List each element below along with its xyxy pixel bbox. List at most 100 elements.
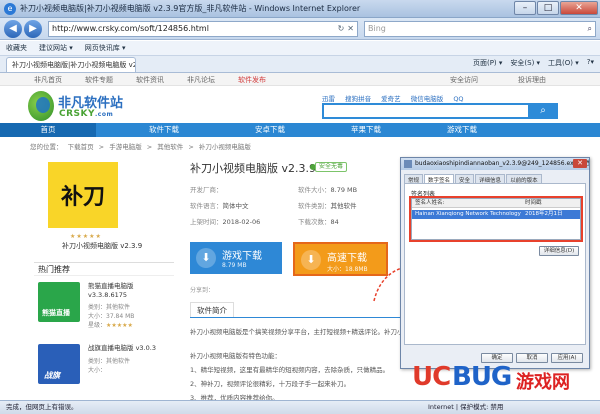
status-zone: Internet | 保护模式: 禁用 bbox=[428, 403, 504, 411]
rec-name[interactable]: 熊猫直播电脑版 v3.3.8.6175 bbox=[88, 282, 174, 300]
intro-line: 2、神补刀，视频评论很精彩，十万段子手一起来补刀。 bbox=[190, 380, 351, 388]
game-download-label: 游戏下载 bbox=[222, 251, 262, 262]
search-placeholder: Bing bbox=[368, 24, 386, 33]
breadcrumb-prefix: 您的位置： bbox=[30, 143, 63, 151]
site-search-button[interactable]: ⌕ bbox=[528, 103, 558, 119]
back-button[interactable]: ◀ bbox=[4, 19, 22, 38]
topnav-publish[interactable]: 软件发布 bbox=[238, 75, 266, 85]
dialog-close-button[interactable]: ✕ bbox=[573, 159, 587, 168]
hot-searches: 迅雷 搜狗拼音 爱奇艺 微信电脑版 QQ bbox=[322, 93, 558, 103]
breadcrumb-link[interactable]: 下载首页 bbox=[68, 143, 94, 151]
download-arrow-icon: ⬇ bbox=[301, 250, 321, 270]
intro-line: 补刀小视频电脑版是个搞笑视频分享平台，主打短视频+精选评论。补刀小视频 bbox=[190, 328, 417, 336]
window-controls: – □ ✕ bbox=[513, 0, 598, 17]
command-bar: 页面(P) ▾ 安全(S) ▾ 工具(O) ▾ ?▾ bbox=[465, 58, 594, 68]
topnav-news[interactable]: 软件资讯 bbox=[136, 75, 164, 85]
address-bar-row: ◀ ▶ http://www.crsky.com/soft/124856.htm… bbox=[0, 18, 600, 40]
suggested-sites-button[interactable]: 建议网站 ▾ bbox=[39, 43, 73, 53]
app-title: 补刀小视频电脑版 v2.3.9 bbox=[190, 162, 316, 175]
rec-thumb[interactable]: 熊猫直播 bbox=[38, 282, 80, 322]
safety-menu[interactable]: 安全(S) ▾ bbox=[510, 58, 540, 68]
rec-thumb[interactable]: 战旗 bbox=[38, 344, 80, 384]
minimize-button[interactable]: – bbox=[514, 0, 536, 15]
status-text: 完成，但网页上有错误。 bbox=[6, 403, 78, 411]
info-row: 下载次数：84 bbox=[298, 218, 339, 226]
site-search-input[interactable] bbox=[322, 103, 530, 119]
web-slice-gallery-button[interactable]: 网页快讯库 ▾ bbox=[85, 43, 126, 53]
hot-recommend-title: 热门推荐 bbox=[34, 262, 174, 276]
hot-search-item[interactable]: 爱奇艺 bbox=[381, 95, 401, 103]
status-bar: 完成，但网页上有错误。 Internet | 保护模式: 禁用 bbox=[0, 400, 600, 414]
breadcrumb-link[interactable]: 其他软件 bbox=[157, 143, 183, 151]
signatures-panel: 签名列表 签名人姓名: 时间戳 Hainan Xianqiong Network… bbox=[404, 183, 586, 345]
rec-size: 大小： bbox=[88, 367, 107, 374]
mainnav-games[interactable]: 游戏下载 bbox=[414, 123, 510, 137]
tools-menu[interactable]: 工具(O) ▾ bbox=[548, 58, 579, 68]
watermark-zh: 游戏网 bbox=[516, 372, 570, 393]
window-titlebar: e 补刀小视频电脑版|补刀小视频电脑版 v2.3.9官方版_非凡软件站 - Wi… bbox=[0, 0, 600, 18]
ie-icon: e bbox=[4, 2, 16, 15]
highlight-box bbox=[409, 196, 583, 242]
topnav-complaint[interactable]: 投诉理由 bbox=[518, 75, 546, 85]
rec-category: 类别：其他软件 bbox=[88, 358, 131, 365]
close-button[interactable]: ✕ bbox=[560, 0, 598, 15]
list-item[interactable]: 熊猫直播 熊猫直播电脑版 v3.3.8.6175 类别：其他软件 大小：37.8… bbox=[34, 278, 174, 340]
mainnav-android[interactable]: 安卓下载 bbox=[222, 123, 318, 137]
topnav-topics[interactable]: 软件专题 bbox=[85, 75, 113, 85]
forward-button[interactable]: ▶ bbox=[24, 19, 42, 38]
rec-size: 大小：37.84 MB bbox=[88, 313, 135, 320]
hot-search-item[interactable]: 搜狗拼音 bbox=[345, 95, 371, 103]
site-logo[interactable]: 非凡软件站 CRSKY.com bbox=[28, 89, 128, 125]
topnav-secure-access[interactable]: 安全访问 bbox=[450, 75, 478, 85]
tab-intro[interactable]: 软件简介 bbox=[190, 302, 234, 317]
address-field[interactable]: http://www.crsky.com/soft/124856.html ↻ … bbox=[48, 20, 358, 37]
mainnav-ios[interactable]: 苹果下载 bbox=[318, 123, 414, 137]
info-row: 软件大小：8.79 MB bbox=[298, 186, 358, 194]
list-item[interactable]: 战旗 战旗直播电脑版 v3.0.3 类别：其他软件 大小： bbox=[34, 340, 174, 402]
dialog-title: budaoxiaoshipindiannaoban_v2.3.9@249_124… bbox=[401, 158, 589, 170]
favorites-button[interactable]: 收藏夹 bbox=[6, 43, 27, 53]
tab-current[interactable]: 补刀小视频电脑版|补刀小视频电脑版 v2.3.9... bbox=[6, 57, 136, 72]
app-name-caption: 补刀小视频电脑版 v2.3.9 bbox=[62, 242, 143, 250]
page-menu[interactable]: 页面(P) ▾ bbox=[473, 58, 502, 68]
breadcrumb-sep: > bbox=[98, 143, 105, 151]
mainnav-home[interactable]: 首页 bbox=[0, 123, 96, 137]
intro-line: 补刀小视频电脑版有特色功能： bbox=[190, 352, 281, 360]
ucbug-watermark: UC BUG 游戏网 bbox=[412, 362, 598, 402]
window-title: 补刀小视频电脑版|补刀小视频电脑版 v2.3.9官方版_非凡软件站 - Wind… bbox=[20, 4, 361, 13]
stop-icon[interactable]: ✕ bbox=[347, 24, 354, 33]
help-menu[interactable]: ?▾ bbox=[587, 58, 594, 68]
topnav-forum[interactable]: 非凡论坛 bbox=[187, 75, 215, 85]
fast-download-label: 高速下载 bbox=[327, 253, 367, 264]
breadcrumb-link[interactable]: 手游电脑版 bbox=[109, 143, 142, 151]
rec-name[interactable]: 战旗直播电脑版 v3.0.3 bbox=[88, 344, 174, 353]
safe-badge: 安全无毒 bbox=[315, 162, 348, 172]
fast-download-size: 大小：18.8MB bbox=[327, 266, 368, 273]
logo-mark-icon bbox=[28, 91, 54, 121]
hot-search-item[interactable]: 迅雷 bbox=[322, 95, 335, 103]
refresh-icon[interactable]: ↻ bbox=[338, 24, 345, 33]
watermark-bug: BUG bbox=[452, 362, 512, 392]
search-input[interactable]: Bing ⌕ bbox=[364, 20, 596, 37]
hot-search-item[interactable]: 微信电脑版 bbox=[411, 95, 444, 103]
app-rating-stars: ★★★★★ bbox=[70, 233, 102, 240]
rec-rating: 星级：★★★★★ bbox=[88, 322, 133, 329]
file-properties-dialog: budaoxiaoshipindiannaoban_v2.3.9@249_124… bbox=[400, 157, 590, 369]
favorites-bar: 收藏夹 建议网站 ▾ 网页快讯库 ▾ bbox=[0, 41, 600, 56]
intro-line: 1、精华短视频，这里有最精华的短视频内容，去除杂质，只做精品。 bbox=[190, 366, 390, 374]
search-icon[interactable]: ⌕ bbox=[588, 24, 592, 34]
share-label: 分享到： bbox=[190, 287, 215, 294]
site-top-nav: 非凡首页 软件专题 软件资讯 非凡论坛 软件发布 安全访问 投诉理由 bbox=[0, 73, 600, 86]
signature-details-button[interactable]: 详细信息(D) bbox=[539, 246, 579, 256]
game-download-button[interactable]: ⬇ 游戏下载 8.79 MB bbox=[190, 242, 282, 274]
hot-search-item[interactable]: QQ bbox=[453, 95, 463, 103]
site-search: 迅雷 搜狗拼音 爱奇艺 微信电脑版 QQ ⌕ bbox=[322, 93, 558, 121]
game-download-size: 8.79 MB bbox=[222, 262, 247, 269]
mainnav-software[interactable]: 软件下载 bbox=[116, 123, 212, 137]
info-row: 上架时间：2018-02-06 bbox=[190, 218, 261, 226]
maximize-button[interactable]: □ bbox=[537, 0, 559, 15]
watermark-uc: UC bbox=[412, 362, 451, 392]
info-row: 软件语言：简体中文 bbox=[190, 202, 249, 210]
breadcrumb-sep: > bbox=[146, 143, 153, 151]
topnav-home[interactable]: 非凡首页 bbox=[34, 75, 62, 85]
